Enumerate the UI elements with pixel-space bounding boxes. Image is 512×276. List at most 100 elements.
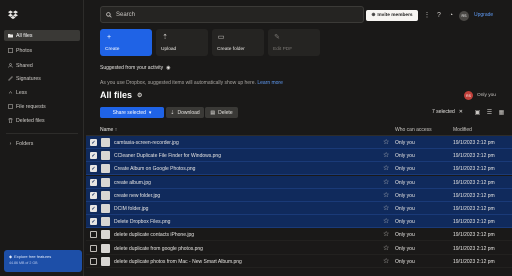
star-icon[interactable]: ☆ xyxy=(383,191,389,199)
notifications-bell-icon[interactable]: ◔ xyxy=(447,11,455,19)
file-name[interactable]: DCIM folder.jpg xyxy=(114,206,148,212)
row-checkbox[interactable] xyxy=(90,257,97,265)
sidebar-divider xyxy=(6,133,78,134)
column-header-name[interactable]: Name ↑ xyxy=(100,127,117,133)
row-checkbox[interactable]: ✓ xyxy=(90,139,97,146)
file-name[interactable]: create album.jpg xyxy=(114,180,151,186)
column-header-modified[interactable]: Modified xyxy=(453,127,472,133)
folder-access-indicator[interactable]: RS Only you xyxy=(464,91,496,100)
sidebar-item-photos[interactable]: Photos xyxy=(4,45,80,56)
file-access: Only you xyxy=(395,140,415,146)
file-name[interactable]: camtasia-screen-recorder.jpg xyxy=(114,140,179,146)
create-folder-button[interactable]: ▭ Create folder xyxy=(212,29,264,56)
grid-view-icon[interactable]: ▦ xyxy=(498,109,505,116)
row-checkbox[interactable]: ✓ xyxy=(90,165,97,173)
sidebar-item-label: Shared xyxy=(16,62,33,69)
create-button[interactable]: + Create xyxy=(100,29,152,56)
row-checkbox[interactable]: ✓ xyxy=(90,178,97,186)
file-name[interactable]: delete duplicate photos from Mac - New S… xyxy=(114,259,242,265)
info-panel-icon[interactable]: ▣ xyxy=(474,109,481,116)
row-checkbox[interactable]: ✓ xyxy=(90,152,97,160)
sort-arrow-icon: ↑ xyxy=(114,127,118,133)
file-modified: 19/1/2023 2:12 pm xyxy=(453,245,495,252)
edit-pdf-label: Edit PDF xyxy=(273,47,293,52)
row-checkbox[interactable] xyxy=(90,231,97,239)
sidebar-item-deleted-files[interactable]: Deleted files xyxy=(4,115,80,126)
search-input[interactable]: Search xyxy=(100,6,364,23)
upload-button[interactable]: ⇡ Upload xyxy=(156,29,208,56)
edit-pdf-icon: ✎ xyxy=(274,34,280,41)
eye-icon[interactable]: ◉ xyxy=(166,65,170,71)
list-view-icon[interactable]: ☰ xyxy=(486,109,493,116)
star-icon[interactable]: ☆ xyxy=(383,151,389,159)
file-name[interactable]: Delete Dropbox Files.png xyxy=(114,219,170,225)
signature-icon xyxy=(8,76,13,81)
upgrade-link[interactable]: Upgrade xyxy=(474,12,493,18)
star-icon[interactable]: ☆ xyxy=(383,138,389,146)
file-modified: 19/1/2023 2:12 pm xyxy=(453,153,495,160)
file-modified: 19/1/2023 2:12 pm xyxy=(453,192,495,199)
table-row[interactable]: delete duplicate photos from Mac - New S… xyxy=(86,255,512,268)
table-row[interactable]: ✓ Delete Dropbox Files.png ☆ Only you 19/1/2… xyxy=(86,215,512,229)
star-icon[interactable]: ☆ xyxy=(383,257,389,265)
row-checkbox[interactable]: ✓ xyxy=(90,218,97,226)
chevron-right-icon: › xyxy=(9,140,12,147)
row-checkbox[interactable] xyxy=(90,244,97,252)
sidebar-item-label: Deleted files xyxy=(16,117,45,124)
suggested-note-text: As you use Dropbox, suggested items will… xyxy=(100,80,256,86)
column-header-access[interactable]: Who can access xyxy=(395,127,432,133)
star-icon[interactable]: ☆ xyxy=(383,230,389,238)
table-row[interactable]: ✓ camtasia-screen-recorder.jpg ☆ Only you 19… xyxy=(86,136,512,149)
star-icon[interactable]: ☆ xyxy=(383,244,389,252)
file-name[interactable]: delete duplicate from google photos.png xyxy=(114,246,203,252)
sidebar-item-less[interactable]: Less xyxy=(4,87,80,98)
edit-pdf-button[interactable]: ✎ Edit PDF xyxy=(268,29,320,56)
sidebar-folders-toggle[interactable]: › Folders xyxy=(4,138,80,149)
upload-label: Upload xyxy=(161,47,177,52)
row-checkbox[interactable]: ✓ xyxy=(90,205,97,212)
chevron-down-icon: ▾ xyxy=(148,109,152,116)
star-icon[interactable]: ☆ xyxy=(383,164,389,172)
file-thumbnail-icon xyxy=(101,177,110,187)
star-icon[interactable]: ☆ xyxy=(383,204,389,212)
sidebar-item-file-requests[interactable]: File requests xyxy=(4,101,80,112)
row-checkbox[interactable]: ✓ xyxy=(90,191,97,199)
dropbox-logo-icon[interactable] xyxy=(8,10,18,20)
sidebar-item-signatures[interactable]: Signatures xyxy=(4,73,80,84)
help-icon[interactable]: ? xyxy=(435,11,443,19)
file-access: Only you xyxy=(395,179,415,186)
promo-title: Explore free features xyxy=(14,254,52,259)
promo-title-row: ◆ Explore free features xyxy=(9,254,77,259)
file-name[interactable]: create new folder.jpg xyxy=(114,193,160,199)
settings-gear-icon[interactable]: ⚙ xyxy=(137,92,142,99)
sidebar-item-shared[interactable]: Shared xyxy=(4,60,80,71)
file-access: Only you xyxy=(395,258,415,265)
file-modified: 19/1/2023 2:12 pm xyxy=(453,258,495,265)
avatar[interactable]: RS xyxy=(459,11,469,21)
share-selected-button[interactable]: Share selected ▾ xyxy=(100,107,164,118)
sidebar: All files Photos Shared Signatures Less … xyxy=(0,0,84,276)
explore-features-promo[interactable]: ◆ Explore free features 44.86 MB of 2 GB xyxy=(4,250,82,272)
file-thumbnail-icon xyxy=(101,151,110,161)
table-row[interactable]: ✓ create new folder.jpg ☆ Only you 19/1/2023… xyxy=(86,188,512,202)
invite-members-button[interactable]: ⊕ Invite members xyxy=(366,10,418,21)
apps-grid-icon[interactable]: ⋮ xyxy=(423,11,431,19)
star-icon[interactable]: ☆ xyxy=(383,178,389,186)
owner-avatar: RS xyxy=(464,91,473,100)
file-name[interactable]: Create Album on Google Photos.png xyxy=(114,166,195,172)
table-row[interactable]: delete duplicate from google photos.png ☆… xyxy=(86,242,512,255)
file-name[interactable]: CCleaner Duplicate File Finder for Windo… xyxy=(114,153,221,159)
table-row[interactable]: delete duplicate contacts iPhone.jpg ☆ Onl… xyxy=(86,228,512,242)
download-button[interactable]: ⇣ Download xyxy=(166,107,204,118)
learn-more-link[interactable]: Learn more xyxy=(257,80,283,86)
table-row[interactable]: ✓ CCleaner Duplicate File Finder for Wind… xyxy=(86,149,512,163)
file-name[interactable]: delete duplicate contacts iPhone.jpg xyxy=(114,232,194,238)
sidebar-item-all-files[interactable]: All files xyxy=(4,30,80,41)
table-row[interactable]: ✓ Create Album on Google Photos.png ☆ Only … xyxy=(86,162,512,176)
star-icon[interactable]: ☆ xyxy=(383,217,389,225)
delete-button[interactable]: ▤ Delete xyxy=(205,107,238,118)
table-row[interactable]: ✓ DCIM folder.jpg ☆ Only you 19/1/2023 2:12 … xyxy=(86,202,512,215)
file-modified: 19/1/2023 2:12 pm xyxy=(453,219,495,226)
table-row[interactable]: ✓ create album.jpg ☆ Only you 19/1/2023 2:12… xyxy=(86,175,512,189)
close-selection-icon[interactable]: ✕ xyxy=(459,109,463,115)
